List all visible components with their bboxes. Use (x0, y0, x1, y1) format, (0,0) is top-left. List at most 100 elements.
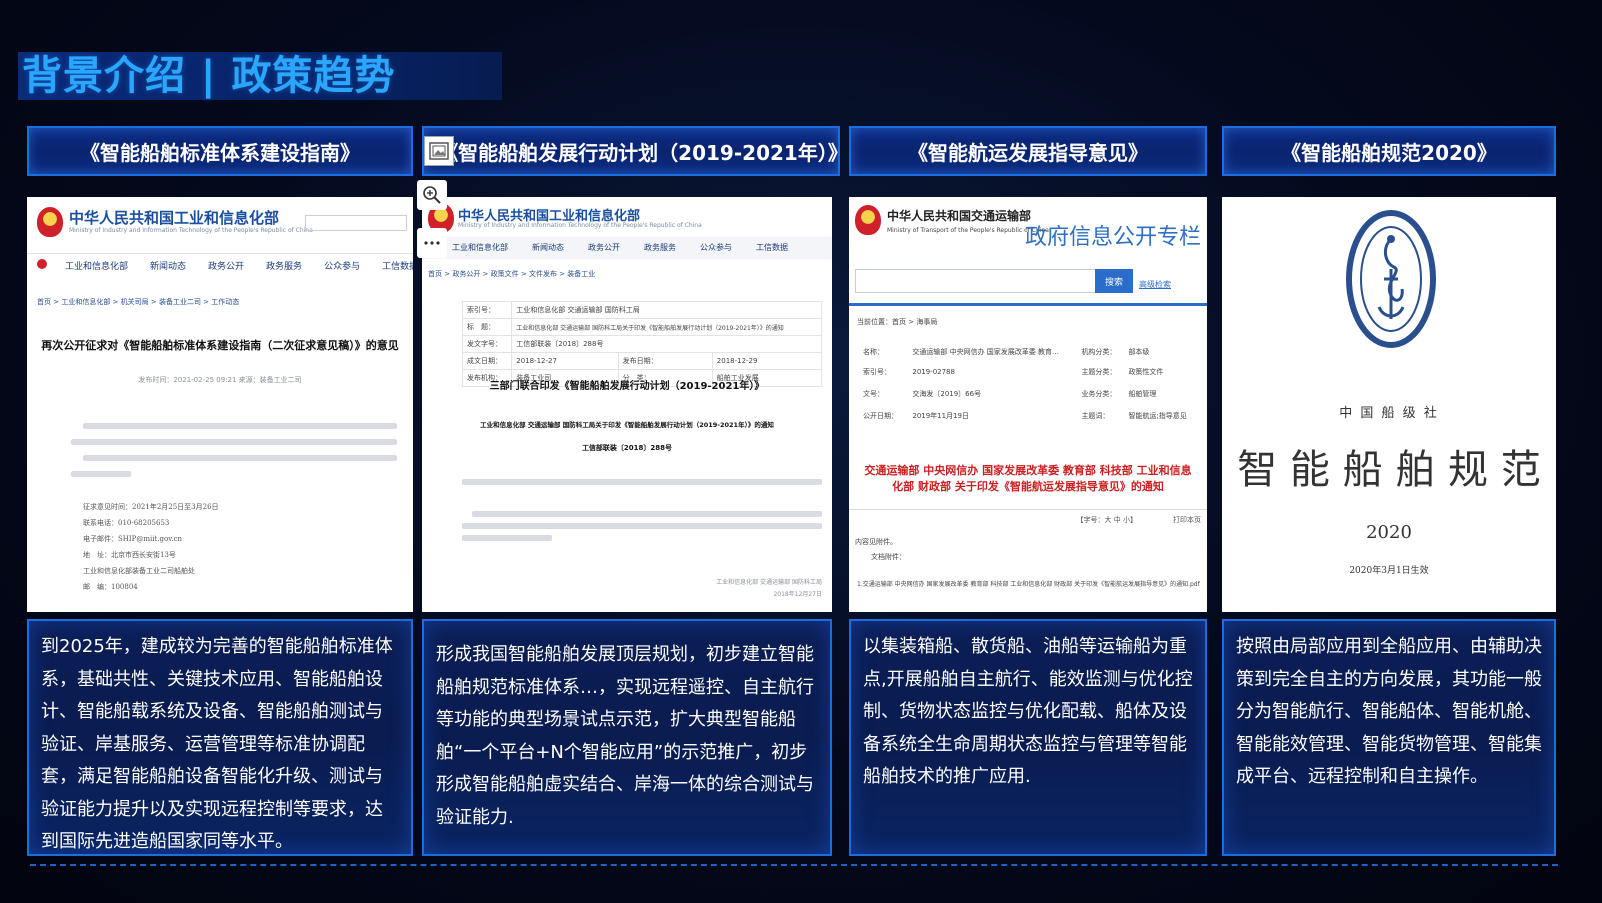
meta-key: 发文字号： (461, 335, 513, 353)
doc-screenshot-miit-guide: 中华人民共和国工业和信息化部 Ministry of Industry and … (27, 197, 413, 612)
article-heading: 三部门联合印发《智能船舶发展行动计划（2019-2021年）》 (489, 381, 765, 392)
meta-key: 业务分类： (1081, 390, 1117, 398)
meta-value: 交通运输部 中央网信办 国家发展改革委 教育… (912, 348, 1060, 356)
attachment-label: 文档附件： (871, 553, 906, 561)
document-number: 工信部联装〔2018〕288号 (581, 444, 673, 452)
location-breadcrumb: 当前位置：首页 > 海事局 (857, 318, 938, 326)
meta-value: 2018-12-27 (511, 352, 619, 370)
divider (27, 253, 413, 254)
nav-item[interactable]: 政务服务 (644, 242, 676, 253)
nav-item[interactable]: 工信数据 (382, 259, 413, 272)
column-title: 政府信息公开专栏 (1025, 225, 1202, 250)
meta-value: 部本级 (1128, 348, 1150, 356)
contact-line: 征求意见时间：2021年2月25日至3月26日 (83, 503, 219, 511)
contact-line: 工业和信息化部装备工业二司船舶处 (83, 567, 195, 575)
nav-item[interactable]: 新闻动态 (532, 242, 564, 253)
nav-item[interactable]: 工信数据 (756, 242, 788, 253)
content-note: 内容见附件。 (855, 538, 897, 546)
search-button[interactable]: 搜索 (1095, 269, 1133, 293)
header-label: 《智能船舶规范2020》 (1281, 140, 1497, 165)
national-emblem-icon (37, 207, 63, 237)
site-name: 中华人民共和国工业和信息化部 (69, 209, 280, 227)
image-icon[interactable] (424, 136, 454, 166)
nav-item[interactable]: 政务公开 (588, 242, 620, 253)
body-text-line (462, 523, 822, 529)
meta-value: 2019年11月19日 (912, 412, 969, 420)
body-text-line (462, 535, 552, 541)
nav-item[interactable]: 新闻动态 (150, 259, 186, 272)
contact-line: 邮 编：100804 (83, 583, 138, 591)
home-logo-icon (37, 259, 47, 269)
body-text-line (71, 471, 131, 477)
meta-value: 工信部联装〔2018〕288号 (511, 335, 822, 353)
doc-screenshot-miit-action-plan: 中华人民共和国工业和信息化部 Ministry of Industry and … (422, 197, 832, 612)
meta-key: 索引号： (461, 301, 513, 319)
advanced-search-link[interactable]: 高级检索 (1139, 279, 1171, 290)
meta-key: 主题分类： (1081, 368, 1117, 376)
print-link[interactable]: 打印本页 (1173, 515, 1201, 525)
meta-value: 2019-02788 (912, 368, 955, 376)
header-action-plan: 《智能船舶发展行动计划（2019-2021年）》 (422, 126, 840, 176)
body-text-line (83, 423, 397, 429)
meta-key: 机构分类： (1081, 348, 1117, 356)
cover-year: 2020 (1366, 522, 1412, 543)
site-search-box[interactable] (305, 215, 407, 231)
nav-item[interactable]: 工业和信息化部 (452, 242, 508, 253)
nav-item[interactable]: 工业和信息化部 (65, 259, 128, 272)
contact-line: 地 址：北京市西长安街13号 (83, 551, 176, 559)
meta-value: 工业和信息化部 交通运输部 国防科工局关于印发《智能船舶发展行动计划（2019-… (511, 318, 822, 336)
meta-key: 文号： (863, 390, 884, 398)
description-standard-guide: 到2025年，建成较为完善的智能船舶标准体系，基础共性、关键技术应用、智能船舶设… (27, 619, 413, 856)
header-label: 《智能航运发展指导意见》 (908, 140, 1148, 165)
article-heading: 再次公开征求对《智能船舶标准体系建设指南（二次征求意见稿）》的意见 (41, 339, 399, 352)
zoom-in-icon[interactable] (417, 180, 447, 210)
search-button-label: 搜索 (1104, 277, 1123, 288)
attachment-link[interactable]: 1.交通运输部 中央网信办 国家发展改革委 教育部 科技部 工业和信息化部 财政… (857, 579, 1200, 588)
contact-line: 电子邮件：SHIP@miit.gov.cn (83, 535, 183, 543)
header-label: 《智能船舶发展行动计划（2019-2021年）》 (438, 140, 840, 165)
font-size-control[interactable]: 【字号：大 中 小】 (1077, 515, 1137, 525)
body-text-line (71, 439, 397, 445)
more-options-icon[interactable] (417, 228, 447, 258)
meta-key: 主题词： (1081, 412, 1110, 420)
effective-date: 2020年3月1日生效 (1349, 566, 1429, 576)
site-subtitle: Ministry of Industry and Information Tec… (69, 227, 313, 234)
ccs-seal-icon (1346, 210, 1436, 348)
meta-value: 船舶管理 (1128, 390, 1157, 398)
meta-key: 标 题： (461, 318, 513, 336)
nav-item[interactable]: 政务服务 (266, 259, 302, 272)
nav-item[interactable]: 公众参与 (324, 259, 360, 272)
nav-item[interactable]: 政务公开 (208, 259, 244, 272)
cover-title: 智 能 船 舶 规 范 (1237, 447, 1541, 493)
site-nav: 工业和信息化部 新闻动态 政务公开 政务服务 公众参与 工信数据 (452, 242, 788, 253)
meta-key: 公开日期： (863, 412, 898, 420)
description-text: 到2025年，建成较为完善的智能船舶标准体系，基础共性、关键技术应用、智能船舶设… (41, 636, 393, 852)
doc-screenshot-mot-opinion: 中华人民共和国交通运输部 Ministry of Transport of th… (849, 197, 1207, 612)
description-action-plan: 形成我国智能船舶发展顶层规划，初步建立智能船舶规范标准体系…，实现远程遥控、自主… (422, 619, 832, 856)
metadata-table: 名称： 交通运输部 中央网信办 国家发展改革委 教育… 机构分类： 部本级 索引号： 2… (857, 343, 1197, 427)
search-input[interactable] (855, 269, 1097, 293)
meta-value: 交海发〔2019〕66号 (912, 390, 982, 398)
description-text: 以集装箱船、散货船、油船等运输船为重点,开展船舶自主航行、能效监测与优化控制、货… (863, 636, 1193, 787)
description-shipping-opinion: 以集装箱船、散货船、油船等运输船为重点,开展船舶自主航行、能效监测与优化控制、货… (849, 619, 1207, 856)
signature: 工业和信息化部 交通运输部 国防科工局 (716, 579, 822, 586)
header-label: 《智能船舶标准体系建设指南》 (80, 140, 360, 165)
divider (849, 303, 1207, 306)
body-text-line (472, 511, 822, 517)
description-text: 按照由局部应用到全船应用、由辅助决策到完全自主的方向发展，其功能一般分为智能航行… (1236, 636, 1542, 787)
national-emblem-icon (855, 205, 881, 235)
description-text: 形成我国智能船舶发展顶层规划，初步建立智能船舶规范标准体系…，实现远程遥控、自主… (436, 644, 814, 828)
meta-value: 2018-12-29 (711, 352, 823, 370)
site-name: 中华人民共和国交通运输部 (887, 209, 1032, 223)
metadata-table: 索引号： 工业和信息化部 交通运输部 国防科工局 标 题： 工业和信息化部 交通运输… (461, 301, 823, 387)
divider (849, 509, 1207, 510)
nav-item[interactable]: 公众参与 (700, 242, 732, 253)
contact-block: 征求意见时间：2021年2月25日至3月26日 联系电话：010-6820565… (83, 499, 219, 595)
breadcrumb: 首页 > 工业和信息化部 > 机关司局 > 装备工业二司 > 工作动态 (37, 298, 240, 306)
meta-key: 成文日期： (461, 352, 513, 370)
header-shipping-opinion: 《智能航运发展指导意见》 (849, 126, 1207, 176)
body-text-line (462, 479, 822, 485)
bottom-dashed-divider (30, 864, 1558, 866)
header-ship-rules: 《智能船舶规范2020》 (1222, 126, 1556, 176)
header-standard-guide: 《智能船舶标准体系建设指南》 (27, 126, 413, 176)
